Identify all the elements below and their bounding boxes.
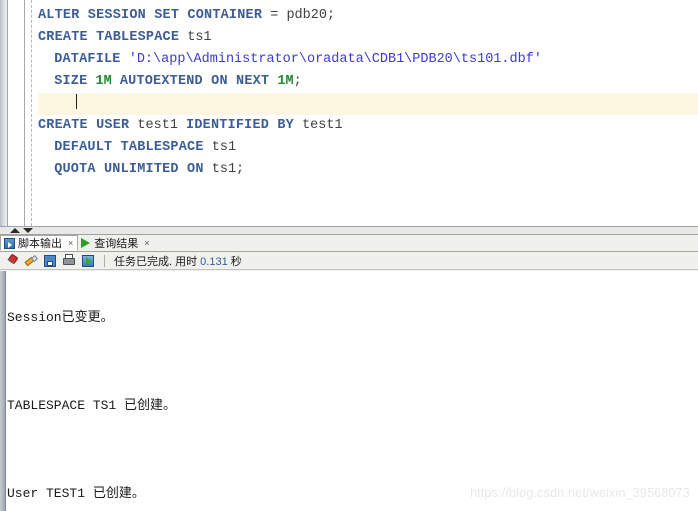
code-token-kw: ALTER SESSION SET CONTAINER [38, 8, 263, 23]
code-token-num: 1M [95, 74, 112, 89]
code-line: SIZE 1M AUTOEXTEND ON NEXT 1M; [34, 71, 698, 93]
output-toolbar: 任务已完成. 用时 0.131 秒 [0, 252, 698, 270]
run-play-icon[interactable] [81, 254, 95, 268]
code-token-kw: DATAFILE [54, 52, 121, 67]
tab-query-result-close-icon[interactable]: × [144, 238, 149, 248]
tab-script-output-close-icon[interactable]: × [68, 238, 73, 248]
code-line: DATAFILE 'D:\app\Administrator\oradata\C… [34, 49, 698, 71]
code-token-kw: DEFAULT TABLESPACE [54, 140, 204, 155]
code-token-kw: SIZE [54, 74, 88, 89]
code-token-pun [121, 52, 129, 67]
code-token-pun: ; [293, 74, 302, 89]
code-token-kw: CREATE TABLESPACE [38, 30, 180, 45]
pin-icon[interactable] [5, 254, 19, 268]
console-output-area[interactable]: Session已变更。 TABLESPACE TS1 已创建。 User TES… [0, 271, 698, 511]
collapse-down-icon[interactable] [23, 228, 33, 233]
code-line: CREATE TABLESPACE ts1 [34, 27, 698, 49]
tab-query-result-label: 查询结果 [94, 238, 139, 250]
editor-left-scrollbar[interactable] [0, 0, 8, 226]
code-token-kw: IDENTIFIED BY [186, 118, 294, 133]
text-cursor [76, 94, 78, 109]
pane-splitter[interactable] [0, 226, 698, 235]
code-line: QUOTA UNLIMITED ON ts1; [34, 159, 698, 181]
console-output-text: Session已变更。 TABLESPACE TS1 已创建。 User TES… [7, 271, 698, 511]
output-panel: 脚本输出 × 查询结果 × 任务已完成. 用时 0.131 秒 Session已… [0, 235, 698, 511]
code-token-pun [87, 74, 95, 89]
code-token-num: 1M [277, 74, 294, 89]
editor-gutter [8, 0, 25, 226]
sql-code-area[interactable]: ALTER SESSION SET CONTAINER = pdb20; CREA… [34, 0, 698, 226]
console-line: Session已变更。 [7, 310, 114, 325]
editor-margin-guide [31, 0, 32, 226]
console-line: TABLESPACE TS1 已创建。 [7, 398, 177, 413]
code-token-id: test1 [129, 118, 187, 133]
code-token-kw: AUTOEXTEND ON NEXT [119, 74, 270, 89]
task-status-suffix: 秒 [227, 255, 242, 268]
sql-editor-pane[interactable]: ALTER SESSION SET CONTAINER = pdb20; CREA… [0, 0, 698, 226]
code-token-id: ts1 [203, 140, 237, 155]
code-line [38, 93, 698, 115]
code-token-id: test1 [293, 118, 343, 133]
floppy-disk-icon[interactable] [43, 254, 57, 268]
code-token-id: ts1 [203, 162, 237, 177]
task-status-number: 0.131 [200, 255, 228, 268]
code-token-pun: = [262, 8, 287, 23]
tab-script-output[interactable]: 脚本输出 × [0, 235, 79, 251]
tab-script-output-label: 脚本输出 [18, 238, 62, 250]
code-token-str: 'D:\app\Administrator\oradata\CDB1\PDB20… [128, 52, 542, 67]
code-token-kw: CREATE USER [38, 118, 130, 133]
toolbar-separator [104, 254, 105, 267]
query-result-play-icon [81, 238, 91, 248]
task-status-text: 任务已完成. 用时 0.131 秒 [114, 253, 242, 269]
console-left-scrollbar[interactable] [0, 271, 6, 511]
code-line: ALTER SESSION SET CONTAINER = pdb20; [34, 5, 698, 27]
code-token-kw: QUOTA UNLIMITED ON [54, 162, 204, 177]
collapse-up-icon[interactable] [10, 228, 20, 233]
watermark: https://blog.csdn.net/weixin_39568073 [469, 486, 690, 500]
script-output-icon [4, 237, 15, 249]
code-token-id: pdb20; [286, 8, 336, 23]
splitter-arrows[interactable] [10, 227, 33, 234]
code-token-id: ts1 [179, 30, 212, 45]
tab-query-result[interactable]: 查询结果 × [78, 235, 153, 251]
code-line: CREATE USER test1 IDENTIFIED BY test1 [34, 115, 698, 137]
code-token-pun: ; [236, 162, 245, 177]
eraser-icon[interactable] [24, 254, 38, 268]
code-token-pun [112, 74, 120, 89]
code-line: DEFAULT TABLESPACE ts1 [34, 137, 698, 159]
printer-icon[interactable] [62, 253, 76, 268]
output-tab-strip: 脚本输出 × 查询结果 × [0, 235, 698, 252]
task-status-prefix: 任务已完成. 用时 [114, 255, 201, 268]
